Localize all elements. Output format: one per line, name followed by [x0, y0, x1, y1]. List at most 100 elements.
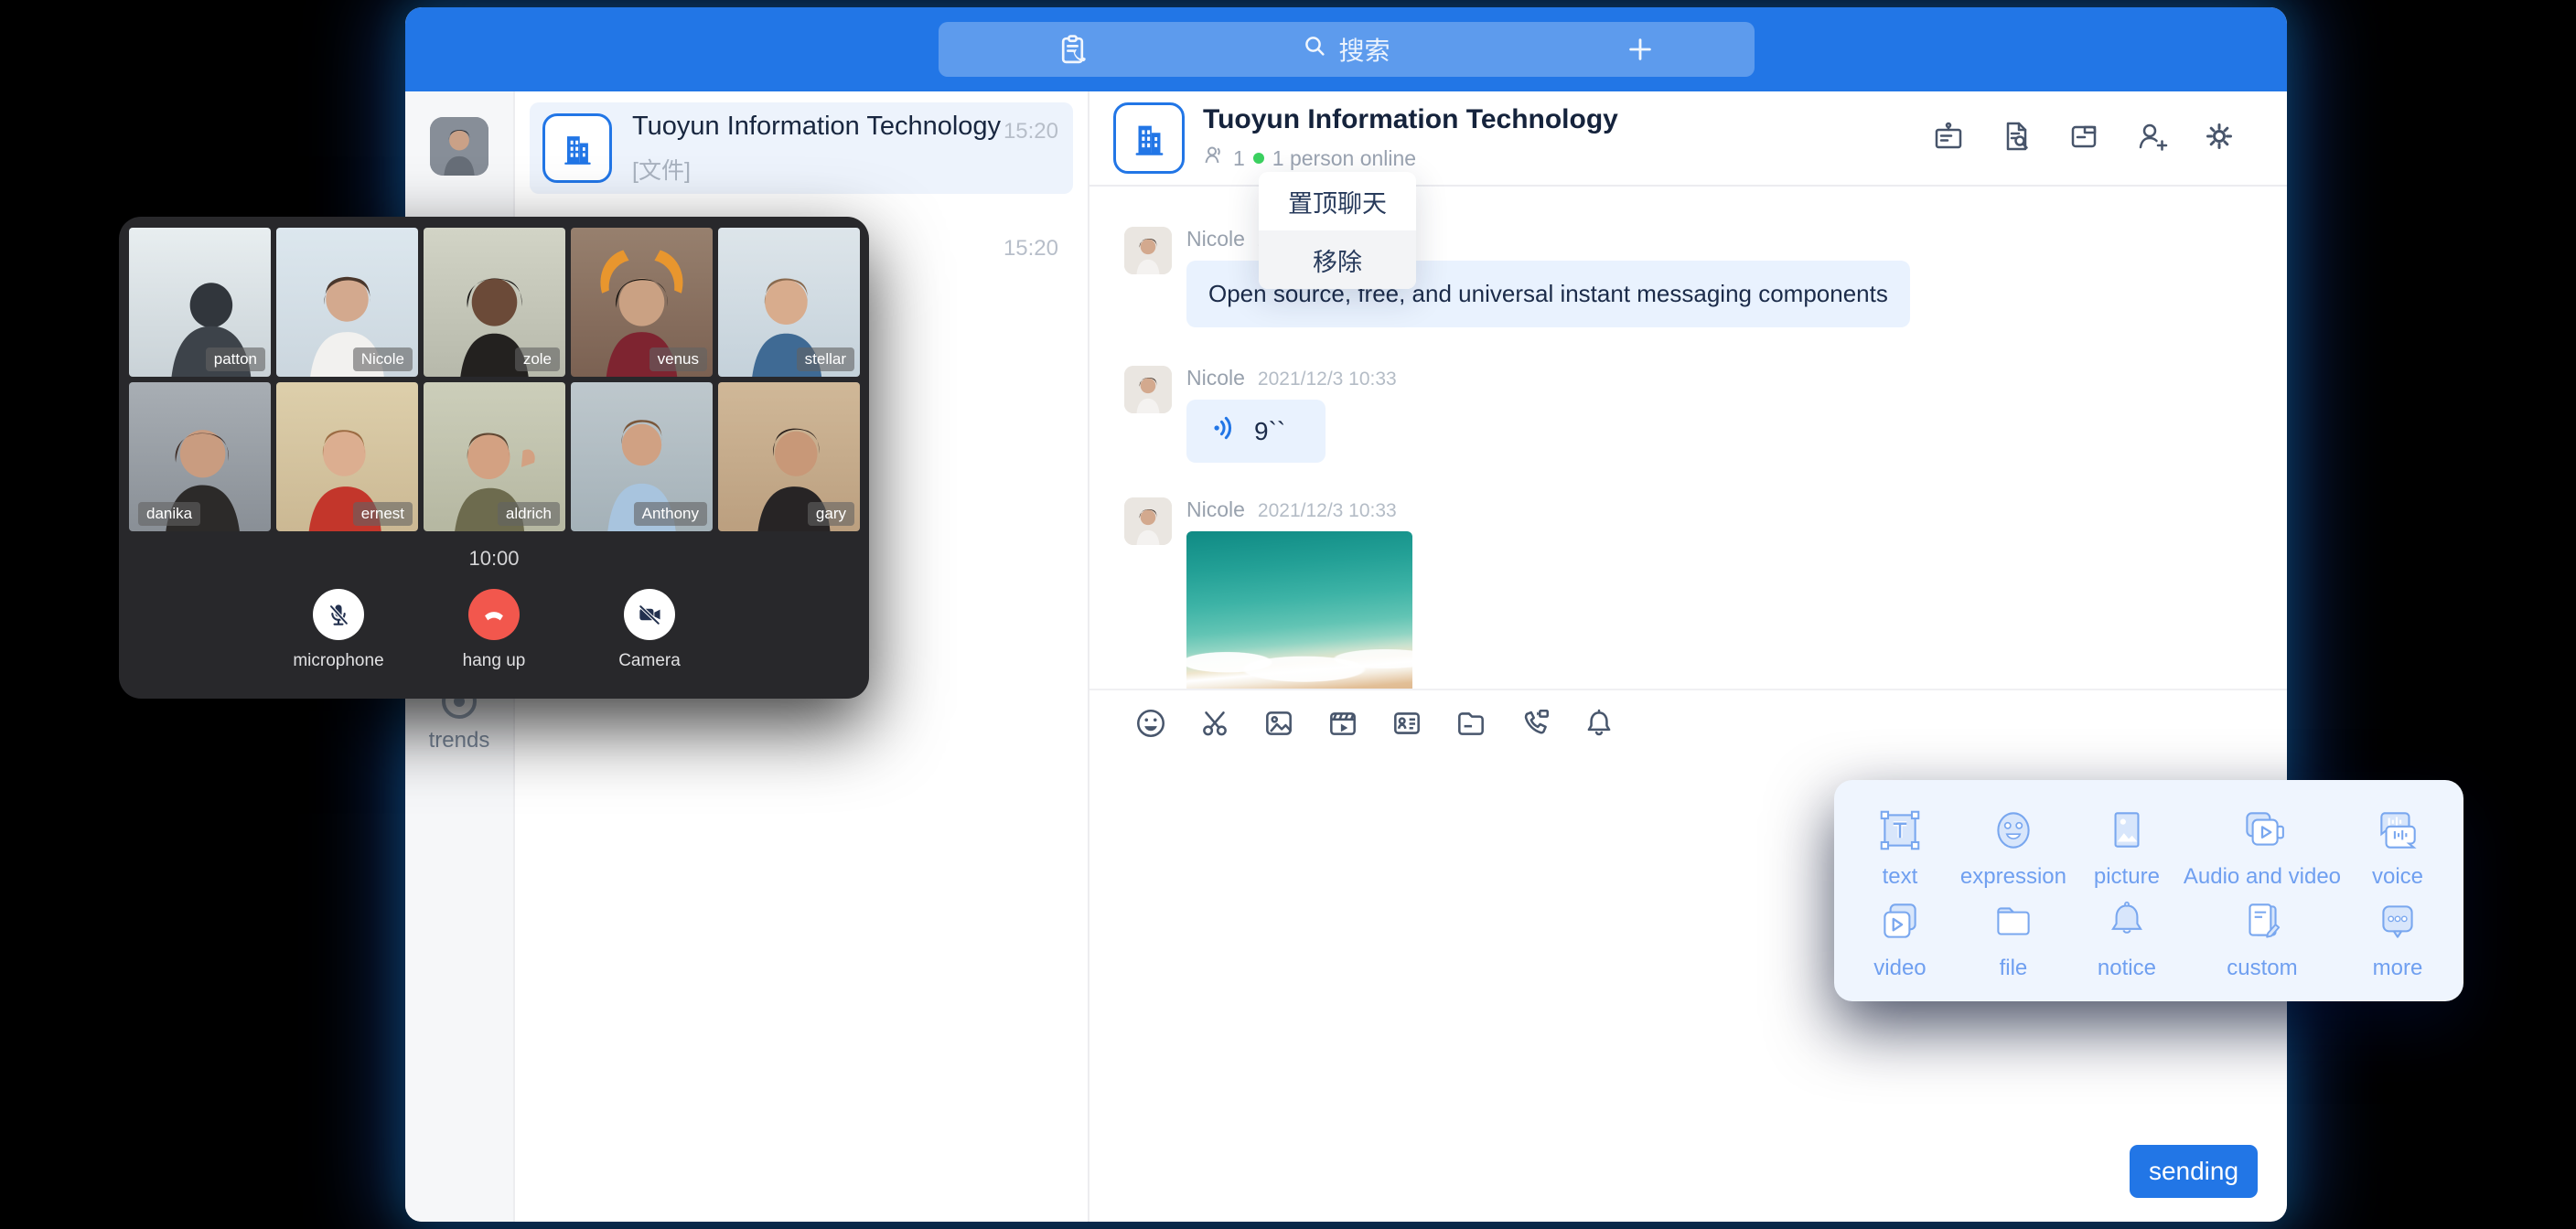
voice-wave-icon [1210, 413, 1240, 449]
hang-up-button[interactable] [468, 589, 520, 640]
camera-label: Camera [618, 651, 681, 671]
conversation-title: Tuoyun Information Technology [632, 112, 1058, 142]
menu-item-remove[interactable]: 移除 [1259, 230, 1416, 289]
panel-item-more[interactable]: more [2341, 893, 2454, 985]
participant-tile: aldrich [424, 382, 565, 531]
search-icon [1302, 33, 1329, 67]
audio-video-icon [2238, 806, 2287, 855]
microphone-toggle-button[interactable] [313, 589, 364, 640]
conversation-time: 15:20 [1004, 236, 1058, 262]
microphone-label: microphone [293, 651, 383, 671]
conversation-context-menu: 置顶聊天 移除 [1259, 172, 1416, 289]
expression-icon [1989, 806, 2038, 855]
voice-bubble[interactable]: 9`` [1186, 400, 1326, 463]
participant-name: patton [206, 347, 265, 371]
participant-tile: zole [424, 228, 565, 377]
call-log-icon[interactable] [1056, 33, 1089, 71]
search-label: 搜索 [1338, 31, 1390, 68]
message-voice: Nicole 2021/12/3 10:33 9 [1124, 366, 2259, 463]
my-avatar[interactable] [430, 117, 488, 176]
custom-icon [2238, 897, 2287, 946]
group-notice-icon[interactable] [1932, 120, 1965, 157]
message-type-panel: text expression picture [1834, 780, 2463, 1001]
camera-toggle-button[interactable] [624, 589, 675, 640]
group-files-icon[interactable] [2067, 120, 2100, 157]
message-time: 2021/12/3 10:33 [1258, 369, 1397, 390]
participant-name: zole [515, 347, 560, 371]
avatar[interactable] [1124, 497, 1172, 545]
plus-icon[interactable] [1625, 34, 1656, 69]
participant-name: gary [808, 502, 854, 526]
contact-card-icon[interactable] [1390, 706, 1424, 745]
video-icon [1875, 897, 1925, 946]
hang-up-label: hang up [463, 651, 526, 671]
image-message-beach[interactable] [1186, 531, 1412, 689]
voice-icon [2373, 806, 2422, 855]
video-clapper-icon[interactable] [1326, 706, 1360, 745]
send-button[interactable]: sending [2130, 1145, 2258, 1198]
participant-name: venus [649, 347, 707, 371]
participant-tile: patton [129, 228, 271, 377]
participant-name: Anthony [634, 502, 707, 526]
chat-title: Tuoyun Information Technology [1203, 104, 1932, 135]
picture-icon[interactable] [1261, 706, 1296, 745]
search-bar[interactable]: 搜索 [939, 22, 1755, 77]
participant-tile: ernest [276, 382, 418, 531]
picture-icon [2102, 806, 2152, 855]
participant-tile: gary [718, 382, 860, 531]
participant-tile: venus [571, 228, 713, 377]
conversation-item[interactable]: Tuoyun Information Technology [文件] 15:20 [530, 102, 1073, 194]
mic-off-icon [324, 600, 353, 629]
settings-gear-icon[interactable] [2203, 120, 2236, 157]
message-image: Nicole 2021/12/3 10:33 [1124, 497, 2259, 689]
composer-toolbar [1089, 690, 2287, 760]
panel-item-voice[interactable]: voice [2341, 802, 2454, 893]
panel-item-notice[interactable]: notice [2070, 893, 2184, 985]
avatar[interactable] [1124, 366, 1172, 413]
participant-name: aldrich [498, 502, 560, 526]
panel-item-expression[interactable]: expression [1957, 802, 2070, 893]
panel-item-video[interactable]: video [1843, 893, 1957, 985]
text-icon [1875, 806, 1925, 855]
page: 搜索 [0, 0, 2576, 1229]
panel-item-custom[interactable]: custom [2184, 893, 2341, 985]
menu-item-pin-chat[interactable]: 置顶聊天 [1259, 172, 1416, 230]
file-folder-icon[interactable] [1454, 706, 1488, 745]
group-avatar-icon [542, 113, 612, 183]
group-avatar-icon [1113, 102, 1185, 174]
conversation-last-message: [文件] [632, 153, 1058, 186]
online-status: 1 person online [1272, 146, 1416, 171]
emoji-icon[interactable] [1133, 706, 1168, 745]
chat-history-search-icon[interactable] [2000, 120, 2033, 157]
top-bar: 搜索 [405, 7, 2287, 91]
participant-tile: stellar [718, 228, 860, 377]
panel-item-picture[interactable]: picture [2070, 802, 2184, 893]
panel-item-text[interactable]: text [1843, 802, 1957, 893]
participant-name: stellar [797, 347, 854, 371]
participant-name: Nicole [353, 347, 413, 371]
participant-name: ernest [353, 502, 413, 526]
screenshot-scissors-icon[interactable] [1197, 706, 1232, 745]
video-call-icon[interactable] [1518, 706, 1552, 745]
sender-name: Nicole [1186, 497, 1245, 522]
video-call-overlay: patton Nicole zole venus stellar danika [119, 217, 869, 699]
participant-name: danika [138, 502, 200, 526]
panel-item-file[interactable]: file [1957, 893, 2070, 985]
notice-icon [2102, 897, 2152, 946]
panel-item-audio-video[interactable]: Audio and video [2184, 802, 2341, 893]
member-count: 1 [1233, 146, 1245, 171]
notification-bell-icon[interactable] [1582, 706, 1616, 745]
call-timer: 10:00 [119, 547, 869, 571]
add-member-icon[interactable] [2135, 120, 2168, 157]
members-icon [1203, 144, 1225, 172]
participant-tile: Anthony [571, 382, 713, 531]
message-time: 2021/12/3 10:33 [1258, 500, 1397, 522]
sender-name: Nicole [1186, 366, 1245, 390]
participant-tile: Nicole [276, 228, 418, 377]
online-dot [1253, 153, 1264, 164]
sender-name: Nicole [1186, 227, 1245, 251]
file-icon [1989, 897, 2038, 946]
more-icon [2373, 897, 2422, 946]
voice-duration: 9`` [1254, 417, 1285, 446]
avatar[interactable] [1124, 227, 1172, 274]
